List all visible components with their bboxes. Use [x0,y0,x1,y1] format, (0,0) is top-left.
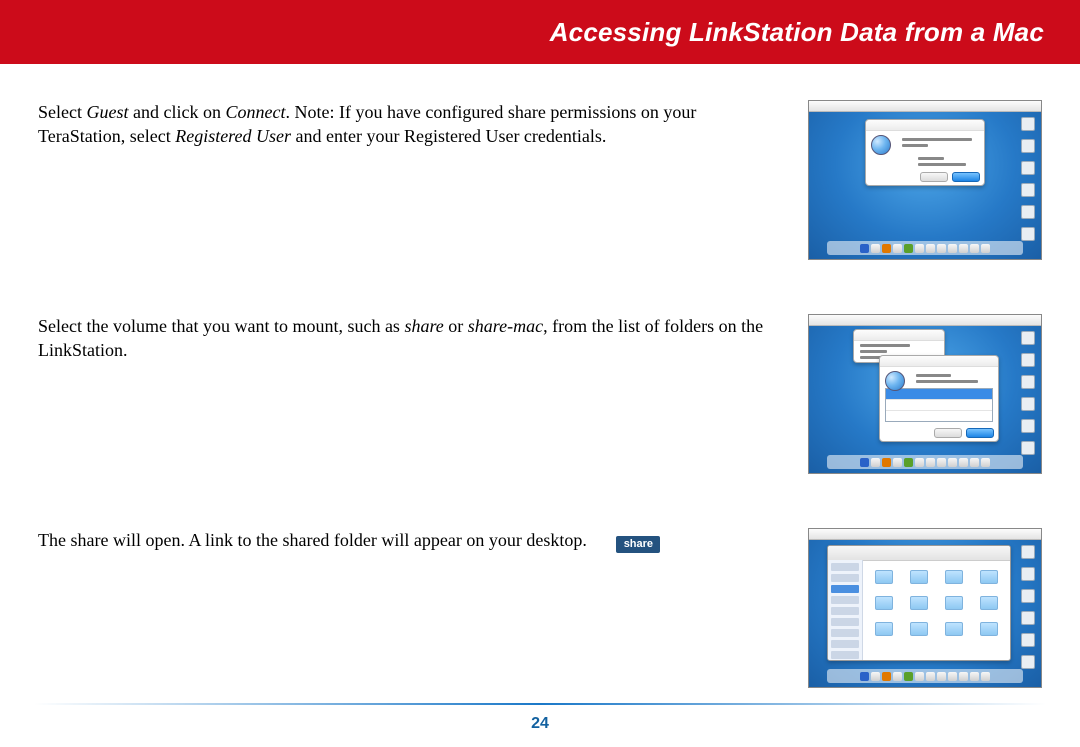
page-number: 24 [0,715,1080,733]
step-text: The share will open. A link to the share… [38,528,784,553]
text-fragment: The share will open. A link to the share… [38,530,587,550]
text-fragment: Select the volume that you want to mount… [38,316,404,336]
text-fragment: and enter your Registered User credentia… [291,126,606,146]
text-emphasis: Registered User [175,126,291,146]
text-fragment: Select [38,102,86,122]
footer-rule [34,703,1046,705]
page-title: Accessing LinkStation Data from a Mac [550,17,1044,48]
step-text: Select the volume that you want to mount… [38,314,784,363]
text-fragment: and click on [128,102,225,122]
step-text: Select Guest and click on Connect. Note:… [38,100,784,149]
text-emphasis: Connect [225,102,285,122]
step-row: Select the volume that you want to mount… [38,314,1042,474]
text-emphasis: Guest [86,102,128,122]
step-row: The share will open. A link to the share… [38,528,1042,688]
document-page: Accessing LinkStation Data from a Mac Se… [0,0,1080,747]
text-emphasis: share-mac [468,316,543,336]
page-body: Select Guest and click on Connect. Note:… [0,64,1080,688]
title-bar: Accessing LinkStation Data from a Mac [0,0,1080,64]
screenshot-select-volume [808,314,1042,474]
step-row: Select Guest and click on Connect. Note:… [38,100,1042,260]
screenshot-finder-share [808,528,1042,688]
share-desktop-icon: share [609,536,667,553]
text-fragment: or [444,316,468,336]
text-emphasis: share [404,316,443,336]
screenshot-connect-dialog [808,100,1042,260]
share-icon-label: share [616,536,660,553]
